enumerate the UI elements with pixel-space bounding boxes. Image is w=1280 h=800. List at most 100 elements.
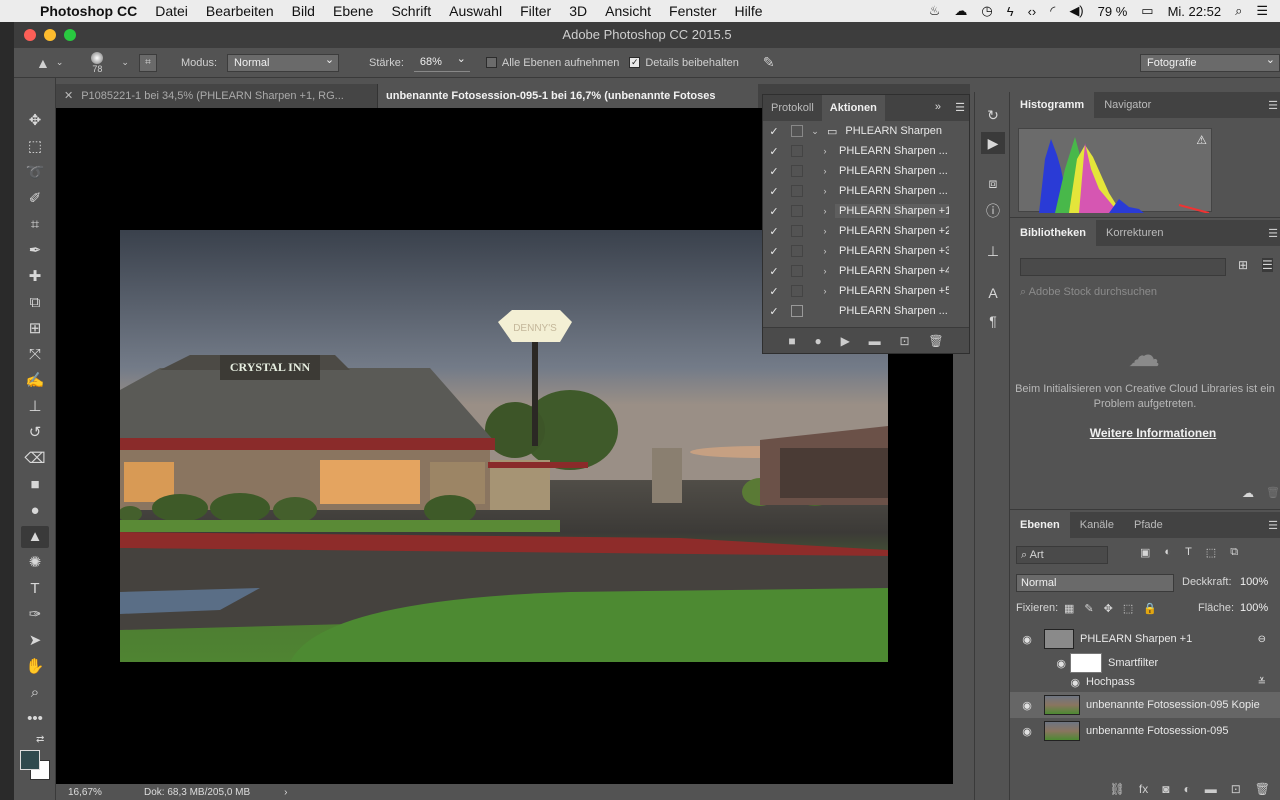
visibility-eye-icon[interactable]: ◉ [1010,657,1070,670]
filter-options-icon[interactable]: ≚ [1258,677,1266,688]
red-eye-tool-icon[interactable]: ⤧ [21,344,49,366]
tab-korrekturen[interactable]: Korrekturen [1096,220,1173,246]
tab-pfade[interactable]: Pfade [1124,512,1173,538]
warning-icon[interactable]: ⚠ [1196,133,1207,147]
eraser-tool-icon[interactable]: ⌫ [21,448,49,470]
brush-panel-toggle-icon[interactable]: ⌗ [138,53,157,72]
checkmark-icon[interactable]: ✓ [763,165,785,178]
clock[interactable]: Mi. 22:52 [1168,4,1221,19]
clone-stamp-tool-icon[interactable]: ⊥ [21,396,49,418]
tab-navigator[interactable]: Navigator [1094,92,1161,118]
dialog-toggle-icon[interactable] [791,285,803,297]
move-tool-icon[interactable]: ✥ [21,110,49,132]
layer-filter-select[interactable]: ⌕ Art [1016,546,1108,564]
record-icon[interactable]: ● [814,334,821,348]
action-row[interactable]: ✓ › PHLEARN Sharpen +3 [763,241,969,261]
tab-histogramm[interactable]: Histogramm [1010,92,1095,118]
checkmark-icon[interactable]: ✓ [763,265,785,278]
visibility-eye-icon[interactable]: ◉ [1010,699,1044,712]
mode-select[interactable]: Normal [227,52,340,72]
lock-transparency-icon[interactable]: ▦ [1064,602,1074,615]
sharpen-tool-icon[interactable]: ▲ [21,526,49,548]
chevron-right-icon[interactable]: › [819,286,831,296]
tab-kanaele[interactable]: Kanäle [1070,512,1124,538]
menu-ansicht[interactable]: Ansicht [605,3,651,19]
swap-colors-icon[interactable]: ⇄ [36,734,44,745]
chevron-right-icon[interactable]: › [819,166,831,176]
trash-icon[interactable]: 🗑 [928,334,943,348]
checkmark-icon[interactable]: ✓ [763,305,785,318]
new-set-folder-icon[interactable]: ▬ [869,334,881,348]
chevron-right-icon[interactable]: › [819,206,831,216]
zoom-level[interactable]: 16,67% [68,787,128,798]
collapse-panel-icon[interactable]: » [935,101,941,113]
opacity-value[interactable]: 100% [1240,576,1268,588]
dialog-toggle-icon[interactable] [791,165,803,177]
flame-icon[interactable]: ♨ [929,3,941,19]
grid-view-icon[interactable]: ⊞ [1238,258,1248,272]
tab-bibliotheken[interactable]: Bibliotheken [1010,220,1097,246]
checkmark-icon[interactable]: ✓ [763,285,785,298]
chevron-right-icon[interactable]: › [819,146,831,156]
dialog-toggle-icon[interactable] [791,205,803,217]
battery-status[interactable]: 79 % [1098,4,1128,19]
zoom-tool-icon[interactable]: ⌕ [21,682,49,704]
code-icon[interactable]: ‹› [1028,4,1037,19]
menu-bearbeiten[interactable]: Bearbeiten [206,3,274,19]
lock-artboard-icon[interactable]: ⬚ [1123,602,1133,615]
brush-tool-icon[interactable]: ✍ [21,370,49,392]
layer-row[interactable]: ◉ Hochpass ≚ [1010,672,1280,692]
visibility-eye-icon[interactable]: ◉ [1010,633,1044,646]
menu-schrift[interactable]: Schrift [391,3,431,19]
protect-detail-checkbox[interactable]: ✓ Details beibehalten [629,57,739,69]
actions-panel-icon[interactable]: ▶ [981,132,1005,154]
action-row[interactable]: ✓ › PHLEARN Sharpen ... [763,141,969,161]
wifi-icon[interactable]: ◜ [1050,3,1055,19]
action-row[interactable]: ✓ › PHLEARN Sharpen ... [763,181,969,201]
character-panel-icon[interactable]: A [981,282,1005,304]
tab-document-1[interactable]: ✕ P1085221-1 bei 34,5% (PHLEARN Sharpen +… [56,84,378,108]
spotlight-icon[interactable]: ⌕ [1235,3,1242,19]
minimize-window-button[interactable] [44,29,56,41]
foreground-color-swatch[interactable] [20,750,40,770]
cloud-sync-icon[interactable]: ☁ [1242,486,1254,500]
app-menu[interactable]: Photoshop CC [40,3,137,19]
action-row[interactable]: ✓ › PHLEARN Sharpen +2 [763,221,969,241]
crop-tool-icon[interactable]: ⌗ [21,214,49,236]
menu-filter[interactable]: Filter [520,3,551,19]
checkmark-icon[interactable]: ✓ [763,185,785,198]
shape-filter-icon[interactable]: ⬚ [1206,546,1216,559]
brush-picker[interactable]: 78 [83,51,111,74]
action-row[interactable]: ✓ › PHLEARN Sharpen ... [763,161,969,181]
link-layers-icon[interactable]: ⛓ [1110,782,1125,796]
tab-aktionen[interactable]: Aktionen [821,95,885,121]
layer-row-selected[interactable]: ◉ unbenannte Fotosession-095 Kopie [1010,692,1280,718]
workspace-select[interactable]: Fotografie [1140,52,1280,72]
pixel-filter-icon[interactable]: ▣ [1140,546,1150,559]
strength-input[interactable]: 68% [413,51,470,72]
menu-datei[interactable]: Datei [155,3,188,19]
close-tab-icon[interactable]: ✕ [64,90,73,102]
action-row[interactable]: ✓ › PHLEARN Sharpen +1 [763,201,969,221]
new-group-icon[interactable]: ▬ [1205,782,1217,796]
type-tool-icon[interactable]: T [21,578,49,600]
dialog-toggle-icon[interactable] [791,225,803,237]
checkmark-icon[interactable]: ✓ [763,145,785,158]
volume-icon[interactable]: ◀) [1069,3,1083,19]
history-brush-tool-icon[interactable]: ↺ [21,422,49,444]
list-view-icon[interactable]: ☰ [1262,258,1273,272]
chevron-right-icon[interactable]: › [819,186,831,196]
menu-ebene[interactable]: Ebene [333,3,373,19]
healing-brush-tool-icon[interactable]: ✚ [21,266,49,288]
menu-bild[interactable]: Bild [292,3,315,19]
zoom-window-button[interactable] [64,29,76,41]
dialog-toggle-icon[interactable] [791,125,803,137]
menu-auswahl[interactable]: Auswahl [449,3,502,19]
trash-icon[interactable]: 🗑 [1266,486,1280,499]
new-layer-icon[interactable]: ⊡ [1231,782,1241,796]
visibility-eye-icon[interactable]: ◉ [1010,676,1086,689]
dialog-toggle-icon[interactable] [791,245,803,257]
blur-tool-icon[interactable]: ● [21,500,49,522]
dialog-toggle-icon[interactable] [791,265,803,277]
pen-tool-icon[interactable]: ✑ [21,604,49,626]
